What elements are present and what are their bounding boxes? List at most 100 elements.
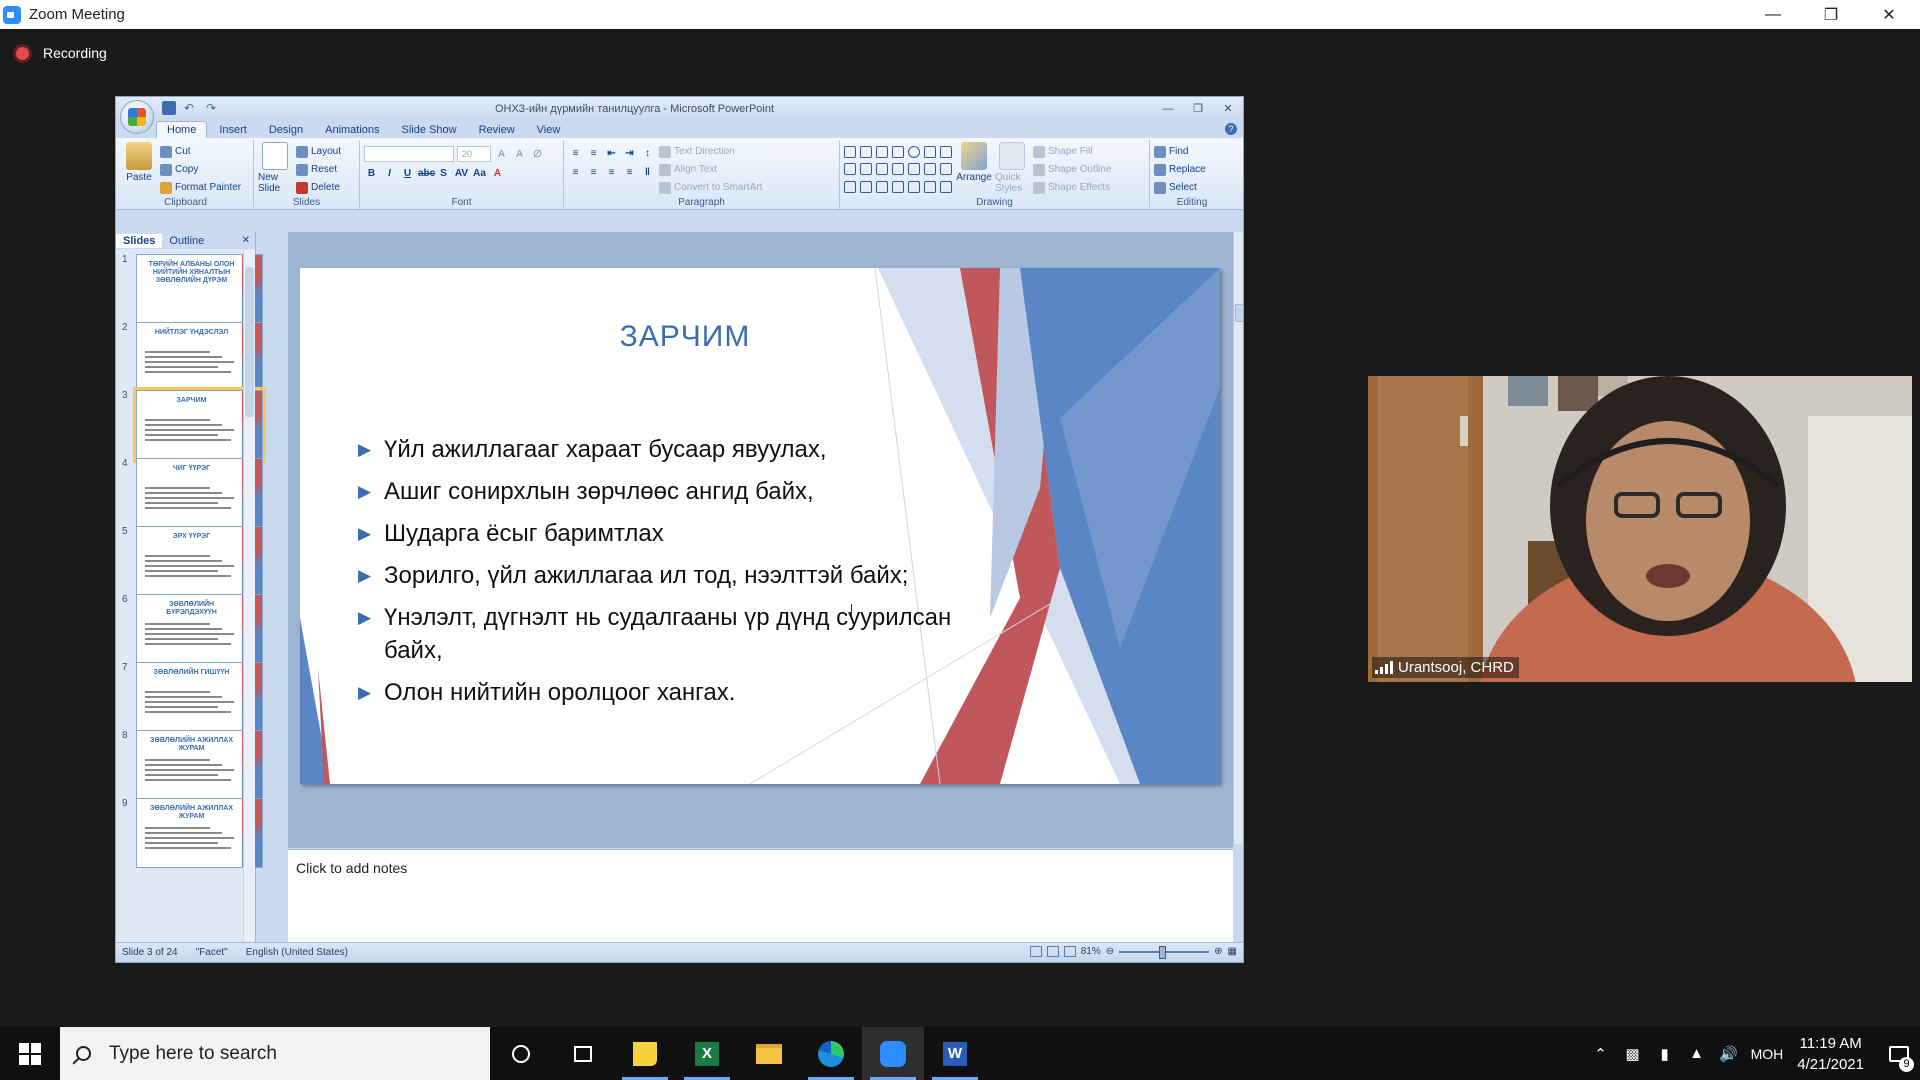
clear-format-icon[interactable]: ∅ (530, 147, 545, 162)
notes-placeholder[interactable]: Click to add notes (296, 860, 407, 876)
columns-icon[interactable]: ‖ (640, 165, 655, 180)
line-spacing-icon[interactable]: ↕ (640, 146, 655, 161)
shapes-gallery[interactable] (844, 142, 953, 195)
tab-animations[interactable]: Animations (315, 122, 389, 138)
tab-view[interactable]: View (527, 122, 571, 138)
task-view-button[interactable] (552, 1027, 614, 1080)
slide-thumbnail-row[interactable]: 8 ЗӨВЛӨЛИЙН АЖИЛЛАХ ЖУРАМ (116, 728, 263, 804)
shape-icon[interactable] (908, 180, 920, 193)
edge-app[interactable] (800, 1027, 862, 1080)
shape-icon[interactable] (844, 146, 856, 158)
sticky-notes-app[interactable] (614, 1027, 676, 1080)
slide-thumbnail-row[interactable]: 1 ТӨРИЙН АЛБАНЫ ОЛОН НИЙТИЙН ХЯНАЛТЫН ЗӨВ… (116, 252, 263, 328)
shape-icon[interactable] (908, 163, 920, 176)
search-placeholder[interactable]: Type here to search (109, 1043, 277, 1065)
shape-icon[interactable] (892, 163, 904, 176)
ppt-close-button[interactable]: ✕ (1213, 102, 1243, 115)
slide-bullet-list[interactable]: Үйл ажиллагааг хараат бусаар явуулах, Аши… (358, 433, 978, 718)
convert-smartart-button[interactable]: Convert to SmartArt (659, 180, 762, 195)
shape-icon[interactable] (876, 180, 888, 193)
zoom-in-icon[interactable]: ⊕ (1214, 946, 1222, 957)
tab-insert[interactable]: Insert (209, 122, 257, 138)
decrease-indent-icon[interactable]: ⇤ (604, 146, 619, 161)
word-app[interactable]: W (924, 1027, 986, 1080)
tab-home[interactable]: Home (156, 121, 208, 138)
slideshow-view-icon[interactable] (1063, 946, 1076, 957)
bullets-icon[interactable]: ≡ (568, 146, 583, 161)
notification-center-button[interactable]: 9 (1878, 1027, 1920, 1080)
arrange-button[interactable]: Arrange (956, 142, 992, 195)
clock[interactable]: 11:19 AM 4/21/2021 (1797, 1033, 1864, 1075)
cut-button[interactable]: Cut (160, 144, 241, 159)
slide-bullet-item[interactable]: Шударга ёсыг баримтлах (358, 517, 978, 550)
shape-outline-button[interactable]: Shape Outline (1033, 162, 1111, 177)
battery-icon[interactable]: ▮ (1655, 1045, 1675, 1063)
quick-styles-button[interactable]: Quick Styles (995, 142, 1029, 195)
close-button[interactable]: ✕ (1860, 0, 1918, 29)
participant-video[interactable]: Urantsooj, CHRD (1368, 376, 1912, 682)
current-slide[interactable]: ЗАРЧИМ Үйл ажиллагааг хараат бусаар явуу… (300, 268, 1220, 784)
file-explorer-app[interactable] (738, 1027, 800, 1080)
font-name-combo[interactable] (364, 146, 454, 162)
panel-close-icon[interactable]: ✕ (242, 235, 250, 246)
layout-button[interactable]: Layout (296, 144, 341, 159)
align-text-button[interactable]: Align Text (659, 162, 762, 177)
shape-icon[interactable] (892, 180, 904, 193)
paste-button[interactable]: Paste (122, 142, 156, 195)
sorter-view-icon[interactable] (1046, 946, 1059, 957)
zoom-app[interactable] (862, 1027, 924, 1080)
shape-icon[interactable] (844, 163, 856, 176)
zoom-out-icon[interactable]: ⊖ (1106, 946, 1114, 957)
font-size-combo[interactable]: 20 (457, 146, 491, 162)
tab-slides[interactable]: Slides (116, 233, 163, 248)
delete-button[interactable]: Delete (296, 180, 341, 195)
slide-bullet-item[interactable]: Зорилго, үйл ажиллагаа ил тод, нээлттэй … (358, 559, 978, 592)
underline-button[interactable]: U (400, 166, 415, 181)
save-icon[interactable] (162, 101, 176, 115)
shape-effects-button[interactable]: Shape Effects (1033, 180, 1111, 195)
find-button[interactable]: Find (1154, 144, 1206, 159)
office-button[interactable] (120, 100, 154, 134)
justify-icon[interactable]: ≡ (622, 165, 637, 180)
volume-icon[interactable]: 🔊 (1719, 1045, 1739, 1063)
tab-design[interactable]: Design (259, 122, 313, 138)
shape-icon[interactable] (908, 146, 920, 158)
input-language[interactable]: МОН (1751, 1046, 1784, 1062)
bold-button[interactable]: B (364, 166, 379, 181)
slide-thumbnail-row[interactable]: 6 ЗӨВЛӨЛИЙН БҮРЭЛДЭХҮҮН (116, 592, 263, 668)
slide-bullet-item[interactable]: Үйл ажиллагааг хараат бусаар явуулах, (358, 433, 978, 466)
shape-icon[interactable] (860, 180, 872, 193)
slide-title[interactable]: ЗАРЧИМ (300, 320, 1070, 354)
slide-thumbnail-row[interactable]: 7 ЗӨВЛӨЛИЙН ГИШҮҮН (116, 660, 263, 736)
tab-outline[interactable]: Outline (162, 234, 211, 248)
reset-button[interactable]: Reset (296, 162, 341, 177)
tab-slide-show[interactable]: Slide Show (392, 122, 467, 138)
language[interactable]: English (United States) (246, 947, 348, 958)
new-slide-button[interactable]: New Slide (258, 142, 292, 195)
align-right-icon[interactable]: ≡ (604, 165, 619, 180)
shape-icon[interactable] (924, 163, 936, 176)
strikethrough-button[interactable]: abc (418, 166, 435, 181)
scroll-knob[interactable] (245, 267, 254, 417)
excel-app[interactable]: X (676, 1027, 738, 1080)
ppt-minimize-button[interactable]: — (1153, 103, 1183, 115)
text-direction-button[interactable]: Text Direction (659, 144, 762, 159)
notes-pane[interactable]: Click to add notes (288, 849, 1233, 944)
fit-window-icon[interactable]: ▦ (1228, 946, 1237, 957)
shape-icon[interactable] (924, 180, 936, 193)
slide-bullet-item[interactable]: Үнэлэлт, дүгнэлт нь судалгааны үр дүнд с… (358, 601, 978, 667)
format-painter-button[interactable]: Format Painter (160, 180, 241, 195)
shape-icon[interactable] (940, 163, 952, 176)
shape-icon[interactable] (876, 146, 888, 158)
shape-icon[interactable] (876, 163, 888, 176)
slide-thumbnail-row[interactable]: 3 ЗАРЧИМ (116, 388, 263, 464)
shape-icon[interactable] (860, 163, 872, 176)
slide-thumbnail-row[interactable]: 4 ЧИГ ҮҮРЭГ (116, 456, 263, 532)
char-spacing-button[interactable]: AV (454, 166, 469, 181)
shape-icon[interactable] (892, 146, 904, 158)
wifi-icon[interactable]: ▲ (1687, 1045, 1707, 1062)
shape-icon[interactable] (860, 146, 872, 158)
slide-thumbnail-row[interactable]: 2 НИЙТЛЭГ ҮНДЭСЛЭЛ (116, 320, 263, 396)
taskbar-search-box[interactable]: Type here to search (60, 1027, 490, 1080)
shape-icon[interactable] (940, 146, 952, 158)
